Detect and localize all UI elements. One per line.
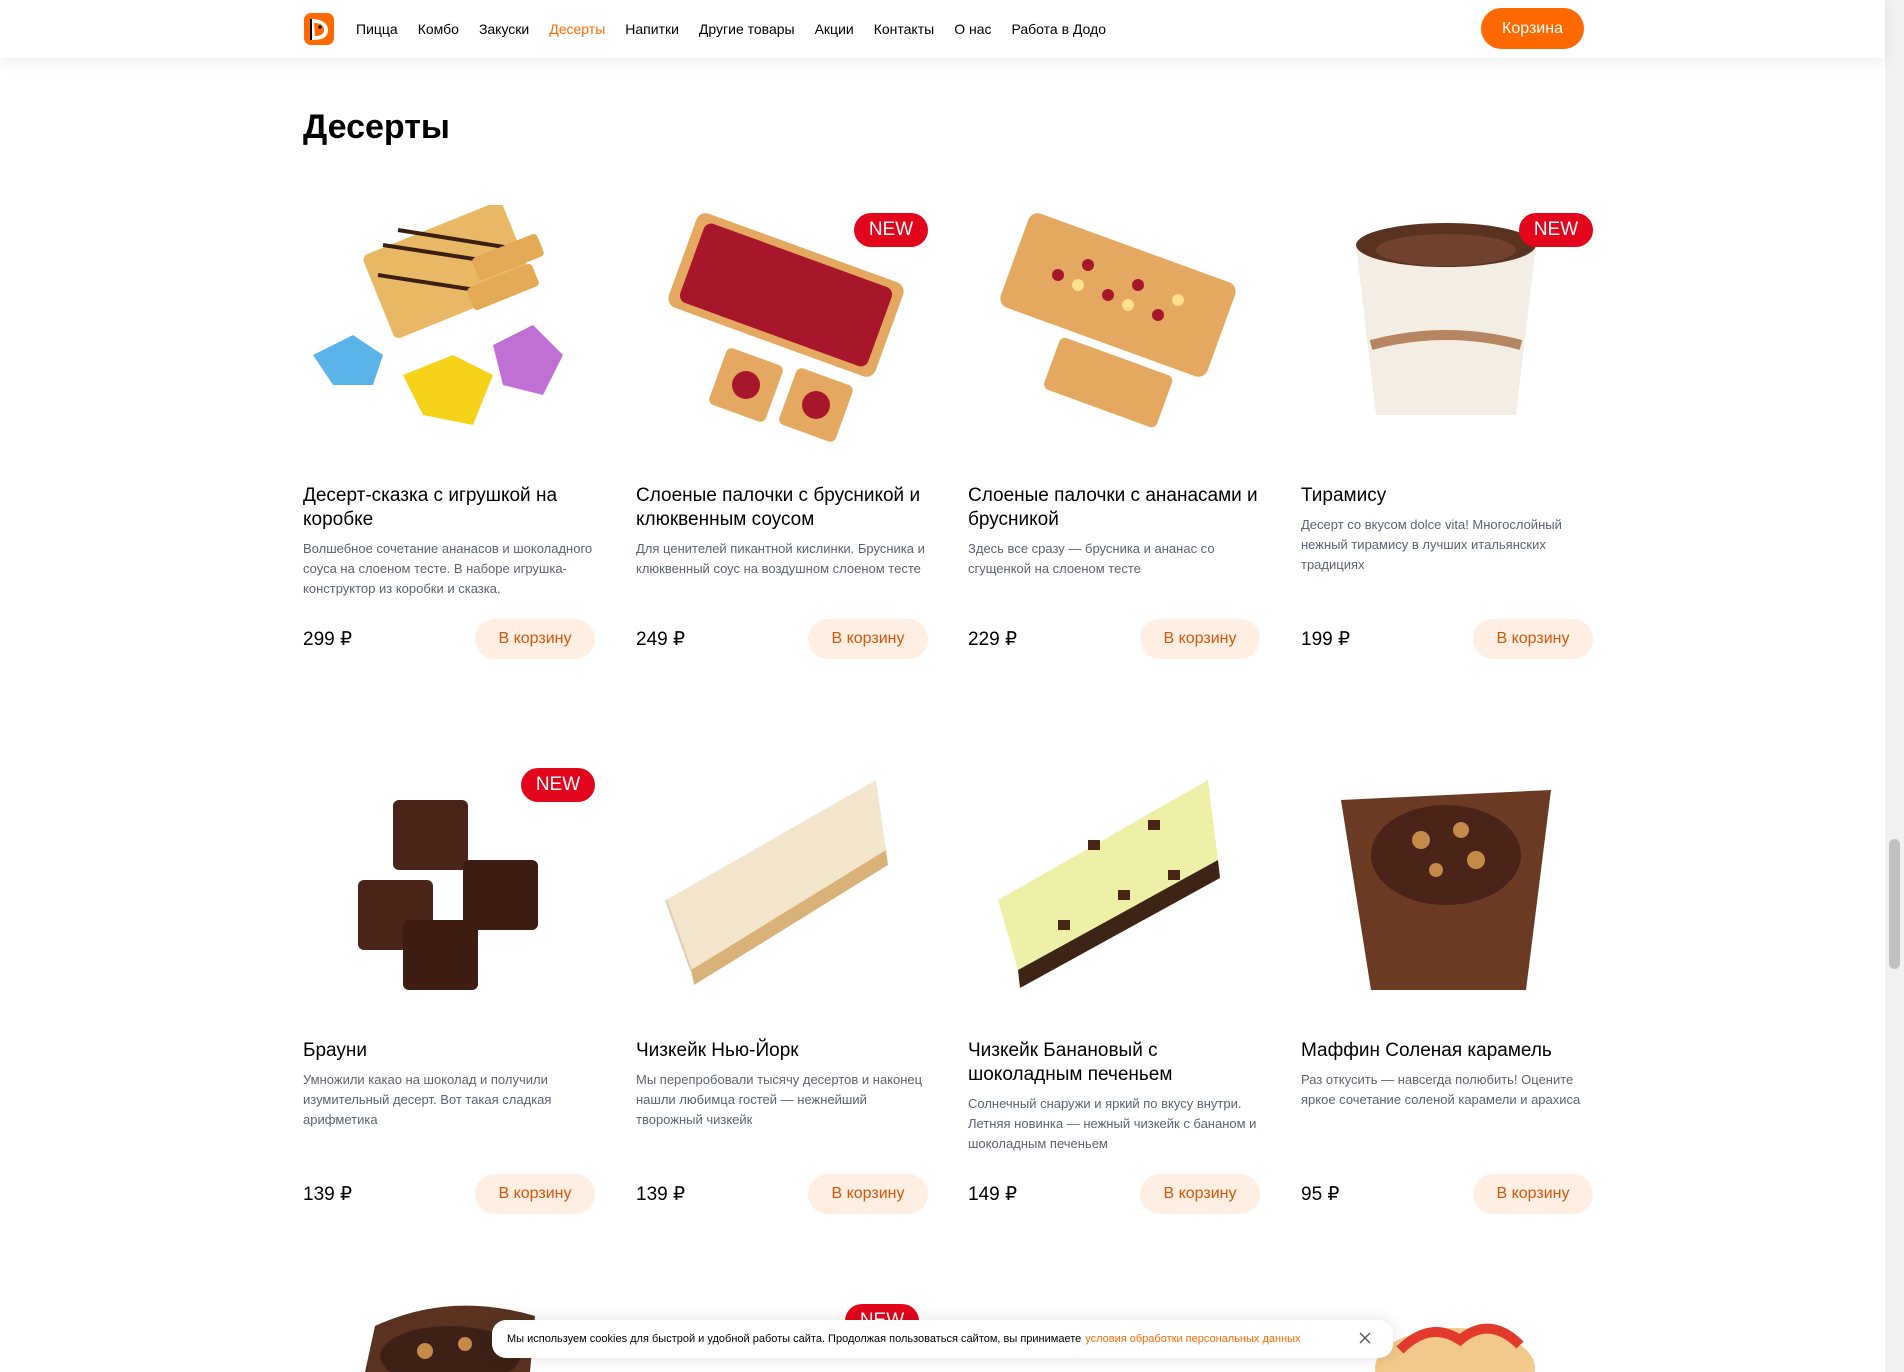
nav-link-4[interactable]: Напитки [625, 21, 679, 37]
add-to-cart-button[interactable]: В корзину [475, 619, 595, 659]
new-badge: NEW [1519, 213, 1593, 247]
product-description: Солнечный снаружи и яркий по вкусу внутр… [968, 1096, 1257, 1151]
product-price: 95 ₽ [1301, 1184, 1340, 1205]
product-price: 229 ₽ [968, 629, 1018, 650]
nav-link-8[interactable]: О нас [954, 21, 991, 37]
new-badge: NEW [521, 768, 595, 802]
add-to-cart-button[interactable]: В корзину [808, 1174, 928, 1214]
cookie-banner: Мы используем cookies для быстрой и удоб… [492, 1320, 1393, 1358]
product-price: 139 ₽ [636, 1184, 686, 1205]
product-price: 299 ₽ [303, 629, 353, 650]
product-description: Волшебное сочетание ананасов и шоколадно… [303, 541, 593, 596]
nav-link-9[interactable]: Работа в Додо [1012, 21, 1107, 37]
close-icon[interactable] [1357, 1330, 1373, 1346]
product-name[interactable]: Брауни [303, 1039, 595, 1063]
nav-link-5[interactable]: Другие товары [699, 21, 795, 37]
add-to-cart-button[interactable]: В корзину [1473, 619, 1593, 659]
product-image[interactable] [968, 760, 1260, 1030]
add-to-cart-button[interactable]: В корзину [1473, 1174, 1593, 1214]
product-price: 149 ₽ [968, 1184, 1018, 1205]
product-description: Умножили какао на шоколад и получили изу… [303, 1072, 552, 1127]
product-name[interactable]: Чизкейк Банановый с шоколадным печеньем [968, 1039, 1260, 1087]
nav-link-1[interactable]: Комбо [418, 21, 459, 37]
cookie-text: Мы используем cookies для быстрой и удоб… [507, 1333, 1082, 1345]
site-header: Пицца Комбо Закуски Десерты Напитки Другие то… [0, 0, 1885, 58]
product-name[interactable]: Чизкейк Нью-Йорк [636, 1039, 928, 1063]
product-price: 249 ₽ [636, 629, 686, 650]
nav-link-0[interactable]: Пицца [356, 21, 398, 37]
add-to-cart-button[interactable]: В корзину [475, 1174, 595, 1214]
product-name[interactable]: Слоеные палочки с ананасами и брусникой [968, 484, 1260, 532]
nav-link-3[interactable]: Десерты [549, 21, 605, 37]
add-to-cart-button[interactable]: В корзину [1140, 619, 1260, 659]
product-image[interactable] [968, 205, 1260, 475]
cart-button[interactable]: Корзина [1481, 8, 1584, 49]
nav-link-2[interactable]: Закуски [479, 21, 529, 37]
main-nav: Пицца Комбо Закуски Десерты Напитки Другие то… [356, 0, 1126, 58]
product-description: Для ценителей пикантной кислинки. Брусни… [636, 541, 925, 576]
section-title: Десерты [303, 108, 450, 146]
product-description: Раз откусить — навсегда полюбить! Оценит… [1301, 1072, 1581, 1107]
product-description: Мы перепробовали тысячу десертов и након… [636, 1072, 923, 1127]
page-scrollbar[interactable] [1885, 0, 1904, 1372]
product-image[interactable] [1301, 760, 1593, 1030]
dessert-preview-image [1375, 1323, 1535, 1372]
product-price: 139 ₽ [303, 1184, 353, 1205]
nav-link-6[interactable]: Акции [815, 21, 854, 37]
product-image[interactable] [303, 205, 595, 475]
product-description: Здесь все сразу — брусника и ананас со с… [968, 541, 1215, 576]
scrollbar-thumb[interactable] [1889, 839, 1900, 969]
new-badge: NEW [854, 213, 928, 247]
add-to-cart-button[interactable]: В корзину [1140, 1174, 1260, 1214]
product-description: Десерт со вкусом dolce vita! Многослойны… [1301, 517, 1562, 572]
product-name[interactable]: Десерт-сказка с игрушкой на коробке [303, 484, 595, 532]
nav-link-7[interactable]: Контакты [874, 21, 934, 37]
product-price: 199 ₽ [1301, 629, 1351, 650]
product-name[interactable]: Слоеные палочки с брусникой и клюквенным… [636, 484, 928, 532]
dodo-logo-icon[interactable] [303, 12, 335, 46]
product-image[interactable] [636, 760, 928, 1030]
cookie-policy-link[interactable]: условия обработки персональных данных [1085, 1333, 1300, 1345]
product-name[interactable]: Маффин Соленая карамель [1301, 1039, 1593, 1063]
product-name[interactable]: Тирамису [1301, 484, 1593, 508]
add-to-cart-button[interactable]: В корзину [808, 619, 928, 659]
